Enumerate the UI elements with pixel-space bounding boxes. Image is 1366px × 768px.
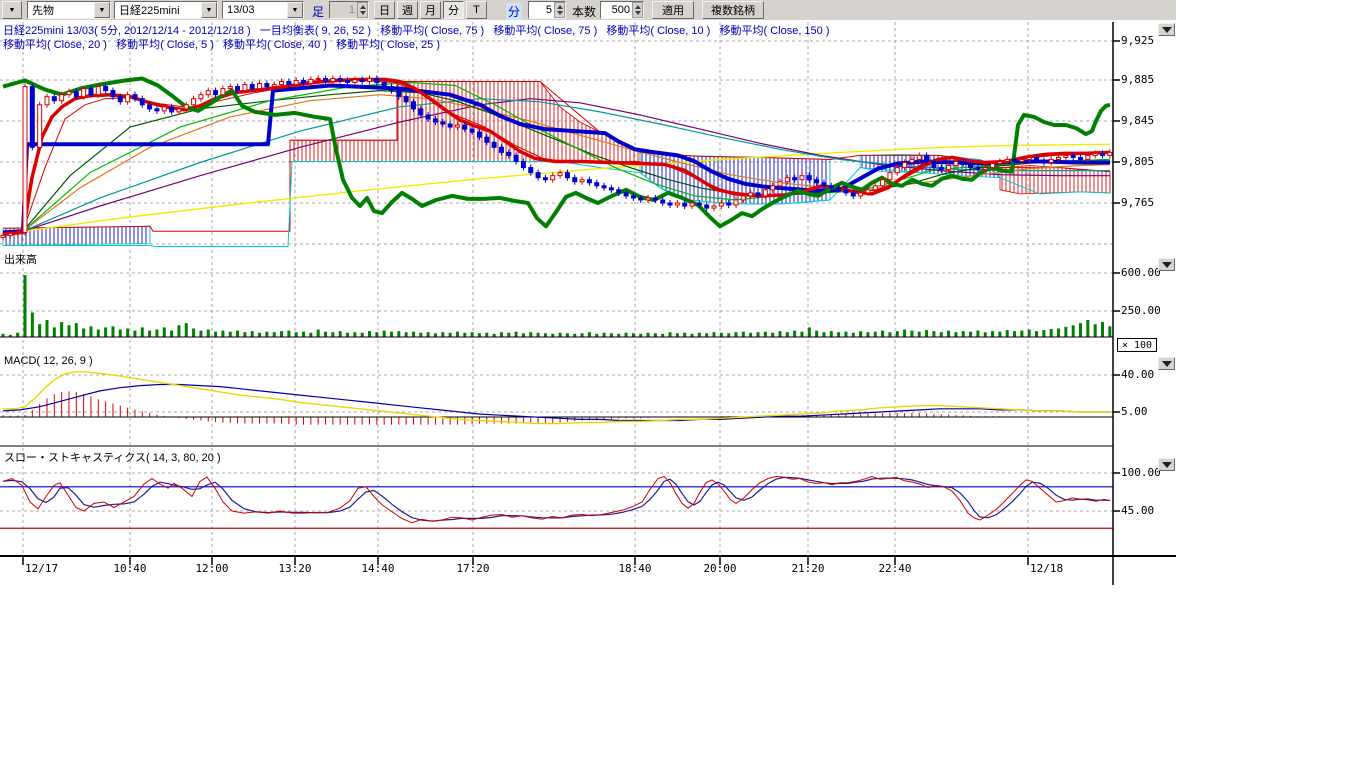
panel-dropdown-button[interactable] — [1158, 458, 1175, 471]
chevron-down-icon — [1162, 262, 1172, 268]
price-axis-label: 9,885 — [1121, 73, 1154, 86]
time-axis-label: 22:40 — [878, 562, 911, 575]
volume-axis-label: 250.00 — [1121, 304, 1161, 317]
time-axis-label: 17:20 — [456, 562, 489, 575]
volume-axis-label: 600.00 — [1121, 266, 1161, 279]
stoch-axis-label: 100.00 — [1121, 466, 1161, 479]
time-axis-label: 12/17 — [25, 562, 58, 575]
time-axis-label: 14:40 — [361, 562, 394, 575]
time-axis-label: 20:00 — [703, 562, 736, 575]
price-axis-label: 9,805 — [1121, 155, 1154, 168]
panel-dropdown-button[interactable] — [1158, 23, 1175, 36]
chart-canvas — [0, 0, 1366, 600]
time-axis-label: 10:40 — [113, 562, 146, 575]
volume-panel-label: 出来高 — [4, 251, 37, 267]
macd-panel-label: MACD( 12, 26, 9 ) — [4, 355, 93, 367]
time-axis-label: 13:20 — [278, 562, 311, 575]
trading-chart-app: { "toolbar": { "dropdown_button": "▼", "… — [0, 0, 1366, 768]
price-axis-label: 9,765 — [1121, 196, 1154, 209]
chevron-down-icon — [1162, 361, 1172, 367]
price-axis-label: 9,845 — [1121, 114, 1154, 127]
chart-header-line2: 移動平均( Close, 20 ) 移動平均( Close, 5 ) 移動平均(… — [3, 36, 440, 52]
time-axis-label: 18:40 — [618, 562, 651, 575]
price-axis-label: 9,925 — [1121, 34, 1154, 47]
time-axis-label: 21:20 — [791, 562, 824, 575]
macd-axis-label: 40.00 — [1121, 368, 1154, 381]
time-axis-label: 12:00 — [195, 562, 228, 575]
macd-axis-label: 5.00 — [1121, 405, 1148, 418]
stoch-axis-label: 45.00 — [1121, 504, 1154, 517]
volume-multiplier-badge: × 100 — [1117, 338, 1157, 352]
chevron-down-icon — [1162, 27, 1172, 33]
chevron-down-icon — [1162, 462, 1172, 468]
time-axis-label: 12/18 — [1030, 562, 1063, 575]
panel-dropdown-button[interactable] — [1158, 258, 1175, 271]
panel-dropdown-button[interactable] — [1158, 357, 1175, 370]
stochastics-panel-label: スロー・ストキャスティクス( 14, 3, 80, 20 ) — [4, 449, 221, 465]
